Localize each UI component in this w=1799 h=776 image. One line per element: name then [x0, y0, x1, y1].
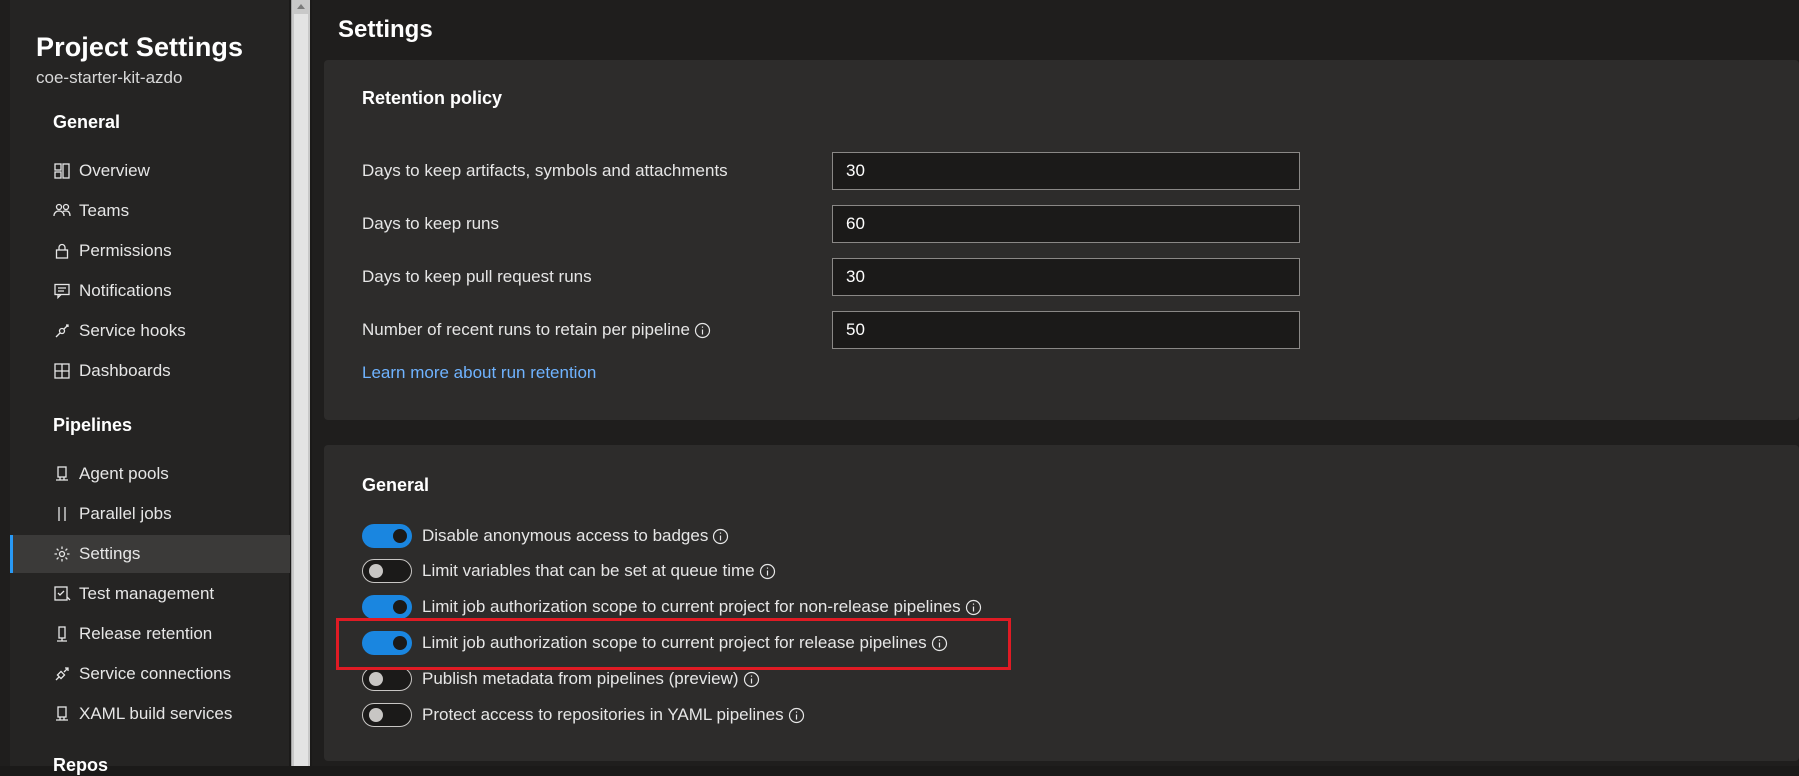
field-row-recent-runs: Number of recent runs to retain per pipe…: [362, 311, 1312, 349]
general-title: General: [362, 475, 430, 495]
days-keep-artifacts-input[interactable]: [832, 152, 1300, 190]
sidebar-edge: [0, 0, 10, 766]
scroll-up-arrow-icon[interactable]: [296, 2, 306, 10]
toggle-label: Disable anonymous access to badges: [422, 526, 709, 545]
overview-icon: [53, 162, 71, 180]
sidebar-item-test-management[interactable]: Test management: [10, 575, 290, 613]
toggle-label: Limit variables that can be set at queue…: [422, 561, 755, 580]
sidebar-item-parallel-jobs[interactable]: Parallel jobs: [10, 495, 290, 533]
sidebar-item-label: Parallel jobs: [79, 504, 172, 523]
recent-runs-retain-input[interactable]: [832, 311, 1300, 349]
sidebar-item-notifications[interactable]: Notifications: [10, 272, 290, 310]
info-icon[interactable]: [694, 322, 711, 339]
retention-policy-card: Retention policy Days to keep artifacts,…: [324, 60, 1799, 420]
sidebar-item-settings[interactable]: Settings: [10, 535, 290, 573]
toggle-label: Protect access to repositories in YAML p…: [422, 705, 784, 724]
toggle-row-anonymous-badges: Disable anonymous access to badges: [362, 522, 729, 550]
learn-more-run-retention-link[interactable]: Learn more about run retention: [362, 363, 596, 383]
protect-repos-yaml-toggle[interactable]: [362, 703, 412, 727]
sidebar-item-label: Test management: [79, 584, 215, 603]
days-keep-runs-input[interactable]: [832, 205, 1300, 243]
toggle-knob: [369, 672, 383, 686]
info-icon[interactable]: [759, 563, 776, 580]
sidebar: Project Settings coe-starter-kit-azdo Ge…: [0, 0, 290, 775]
disable-anonymous-badges-toggle[interactable]: [362, 524, 412, 548]
sidebar-item-service-connections[interactable]: Service connections: [10, 655, 290, 693]
sidebar-item-label: Service connections: [79, 664, 232, 683]
toggle-label: Limit job authorization scope to current…: [422, 597, 961, 616]
toggle-row-protect-repos: Protect access to repositories in YAML p…: [362, 701, 805, 729]
sidebar-item-label: XAML build services: [79, 704, 233, 723]
dashboards-icon: [53, 362, 71, 380]
info-icon[interactable]: [712, 528, 729, 545]
toggle-knob: [369, 564, 383, 578]
parallel-jobs-icon: [53, 505, 71, 523]
info-icon[interactable]: [965, 599, 982, 616]
toggle-label: Publish metadata from pipelines (preview…: [422, 669, 739, 688]
info-icon[interactable]: [788, 707, 805, 724]
sidebar-item-agent-pools[interactable]: Agent pools: [10, 455, 290, 493]
sidebar-item-permissions[interactable]: Permissions: [10, 232, 290, 270]
sidebar-item-release-retention[interactable]: Release retention: [10, 615, 290, 653]
general-card: General Disable anonymous access to badg…: [324, 445, 1799, 761]
test-management-icon: [53, 585, 71, 603]
sidebar-item-label: Release retention: [79, 624, 213, 643]
sidebar-item-label: Notifications: [79, 281, 172, 300]
limit-scope-non-release-toggle[interactable]: [362, 595, 412, 619]
sidebar-item-xaml-build-services[interactable]: XAML build services: [10, 695, 290, 733]
toggle-knob: [393, 529, 407, 543]
toggle-knob: [369, 708, 383, 722]
service-connections-icon: [53, 665, 71, 683]
section-header-general: General: [53, 112, 121, 132]
sidebar-item-label: Agent pools: [79, 464, 169, 483]
toggle-knob: [393, 600, 407, 614]
sidebar-item-label: Overview: [79, 161, 150, 180]
section-header-pipelines: Pipelines: [53, 415, 133, 435]
lock-icon: [53, 242, 71, 260]
teams-icon: [53, 202, 71, 220]
page-title: Settings: [338, 16, 433, 43]
sidebar-item-label: Settings: [79, 544, 141, 563]
field-row-artifacts: Days to keep artifacts, symbols and atta…: [362, 152, 1312, 190]
sidebar-item-label: Teams: [79, 201, 130, 220]
sidebar-item-overview[interactable]: Overview: [10, 152, 290, 190]
info-icon[interactable]: [743, 671, 760, 688]
limit-variables-toggle[interactable]: [362, 559, 412, 583]
toggle-row-scope-non-release: Limit job authorization scope to current…: [362, 593, 982, 621]
sidebar-scrollbar[interactable]: [291, 0, 310, 766]
sidebar-item-dashboards[interactable]: Dashboards: [10, 352, 290, 390]
highlight-annotation-box: [336, 618, 1011, 670]
service-hooks-icon: [53, 322, 71, 340]
field-label: Number of recent runs to retain per pipe…: [362, 320, 832, 340]
gear-icon: [53, 545, 71, 563]
sidebar-item-label: Dashboards: [79, 361, 171, 380]
scrollbar-thumb[interactable]: [294, 14, 308, 766]
sidebar-item-label: Permissions: [79, 241, 172, 260]
field-label: Days to keep artifacts, symbols and atta…: [362, 161, 728, 180]
agent-pools-icon: [53, 465, 71, 483]
field-row-pr-runs: Days to keep pull request runs: [362, 258, 1312, 296]
field-label: Days to keep pull request runs: [362, 267, 592, 286]
project-name: coe-starter-kit-azdo: [36, 68, 183, 87]
toggle-row-limit-variables: Limit variables that can be set at queue…: [362, 557, 776, 585]
field-label: Days to keep runs: [362, 214, 500, 233]
publish-metadata-toggle[interactable]: [362, 667, 412, 691]
days-keep-pr-runs-input[interactable]: [832, 258, 1300, 296]
project-settings-title: Project Settings: [36, 32, 244, 62]
notifications-icon: [53, 282, 71, 300]
release-retention-icon: [53, 625, 71, 643]
xaml-build-icon: [53, 705, 71, 723]
sidebar-item-label: Service hooks: [79, 321, 186, 340]
sidebar-item-service-hooks[interactable]: Service hooks: [10, 312, 290, 350]
retention-policy-title: Retention policy: [362, 88, 503, 108]
sidebar-item-teams[interactable]: Teams: [10, 192, 290, 230]
field-row-runs: Days to keep runs: [362, 205, 1312, 243]
